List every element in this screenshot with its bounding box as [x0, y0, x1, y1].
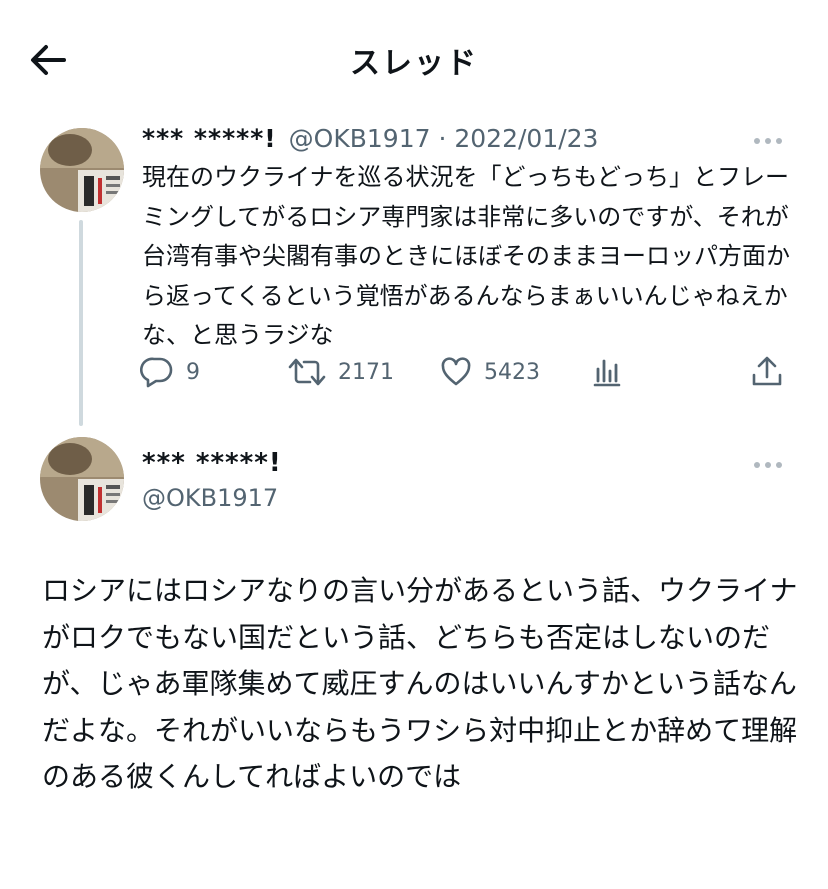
page-title: スレッド — [350, 46, 478, 81]
more-dot-icon — [754, 138, 760, 144]
author-name[interactable]: *** *****! — [142, 124, 277, 153]
retweet-button[interactable]: 2171 — [288, 352, 394, 392]
reply-icon — [140, 357, 173, 388]
more-dot-icon — [776, 462, 782, 468]
reply-button[interactable]: 9 — [140, 352, 200, 392]
main-tweet-text: ロシアにはロシアなりの言い分があるという話、ウクライナがロクでもない国だという話… — [42, 574, 798, 794]
retweet-count: 2171 — [338, 359, 394, 385]
heart-icon — [441, 357, 471, 386]
avatar[interactable] — [40, 128, 124, 212]
main-more-options-button[interactable] — [754, 460, 786, 470]
like-count: 5423 — [484, 359, 540, 385]
reply-tweet-header: *** *****! @OKB1917 · 2022/01/23 — [142, 124, 598, 153]
thread-header: スレッド — [0, 0, 828, 118]
tweet-date[interactable]: 2022/01/23 — [454, 124, 598, 153]
main-avatar[interactable] — [40, 437, 124, 521]
reply-tweet-text: 現在のウクライナを巡る状況を「どっちもどっち」とフレーミングしてがるロシア専門家… — [142, 163, 790, 349]
more-options-button[interactable] — [754, 136, 786, 146]
avatar-image — [40, 128, 124, 212]
like-button[interactable]: 5423 — [440, 352, 540, 392]
thread-connector-line — [79, 220, 83, 426]
more-dot-icon — [776, 138, 782, 144]
analytics-bars-icon — [593, 359, 621, 387]
share-upload-icon — [752, 356, 782, 386]
analytics-button[interactable] — [592, 352, 634, 392]
tweet-actions: 9 2171 5423 — [140, 352, 790, 392]
share-button[interactable] — [750, 352, 796, 392]
avatar-image — [40, 437, 124, 521]
retweet-icon — [288, 358, 326, 386]
main-author-handle[interactable]: @OKB1917 — [142, 484, 278, 512]
separator-dot: · — [438, 124, 455, 153]
more-dot-icon — [765, 138, 771, 144]
main-author-name[interactable]: *** *****! — [142, 448, 282, 478]
reply-count: 9 — [186, 359, 200, 385]
more-dot-icon — [754, 462, 760, 468]
more-dot-icon — [765, 462, 771, 468]
author-handle[interactable]: @OKB1917 — [289, 124, 431, 153]
